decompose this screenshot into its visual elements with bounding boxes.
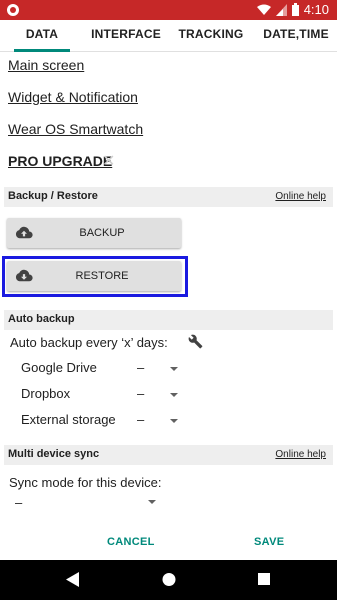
tab-data[interactable]: DATA bbox=[14, 20, 70, 52]
sync-online-help-link[interactable]: Online help bbox=[275, 449, 326, 460]
home-icon[interactable] bbox=[162, 572, 176, 587]
widget-notification-link[interactable]: Widget & Notification bbox=[8, 89, 138, 105]
wear-os-link[interactable]: Wear OS Smartwatch bbox=[8, 121, 143, 137]
auto-backup-every-label: Auto backup every ‘x’ days: bbox=[10, 335, 168, 350]
tab-date-time[interactable]: DATE,TIME bbox=[258, 20, 334, 52]
chevron-down-icon[interactable] bbox=[170, 393, 178, 397]
multi-device-sync-header: Multi device sync Online help bbox=[4, 445, 333, 465]
main-screen-link[interactable]: Main screen bbox=[8, 57, 84, 73]
cell-signal-icon bbox=[275, 3, 287, 16]
external-storage-days-select[interactable]: – bbox=[137, 412, 144, 427]
back-icon[interactable] bbox=[66, 572, 80, 587]
dropbox-days-select[interactable]: – bbox=[137, 386, 144, 401]
section-title: Multi device sync bbox=[8, 448, 100, 460]
google-drive-label: Google Drive bbox=[21, 360, 97, 375]
chevron-down-icon[interactable] bbox=[170, 367, 178, 371]
pro-upgrade-link[interactable]: PRO UPGRADE bbox=[8, 153, 112, 169]
sync-mode-select[interactable]: – bbox=[15, 495, 22, 510]
save-button[interactable]: SAVE bbox=[254, 536, 284, 548]
restore-button-label: RESTORE bbox=[75, 270, 129, 282]
section-title: Backup / Restore bbox=[8, 190, 98, 202]
app-notification-icon bbox=[7, 4, 19, 16]
battery-icon bbox=[291, 3, 299, 16]
chevron-down-icon[interactable] bbox=[148, 500, 156, 504]
tab-bar: DATA INTERFACE TRACKING DATE,TIME bbox=[0, 20, 337, 52]
chevron-down-icon[interactable] bbox=[170, 419, 178, 423]
backup-button[interactable]: BACKUP bbox=[7, 218, 181, 248]
backup-online-help-link[interactable]: Online help bbox=[275, 191, 326, 202]
wrench-icon[interactable] bbox=[188, 334, 203, 349]
tab-interface[interactable]: INTERFACE bbox=[88, 20, 164, 52]
recents-icon[interactable] bbox=[258, 572, 271, 587]
external-storage-label: External storage bbox=[21, 412, 116, 427]
close-icon[interactable]: ✕ bbox=[102, 151, 115, 171]
backup-button-label: BACKUP bbox=[79, 227, 125, 239]
cancel-button[interactable]: CANCEL bbox=[107, 536, 155, 548]
navigation-bar bbox=[0, 560, 337, 600]
status-bar: 4:10 bbox=[0, 0, 337, 20]
restore-button[interactable]: RESTORE bbox=[7, 261, 181, 291]
status-time: 4:10 bbox=[303, 2, 329, 17]
tab-tracking[interactable]: TRACKING bbox=[176, 20, 246, 52]
auto-backup-header: Auto backup bbox=[4, 310, 333, 330]
section-title: Auto backup bbox=[8, 313, 75, 325]
backup-restore-header: Backup / Restore Online help bbox=[4, 187, 333, 207]
sync-mode-label: Sync mode for this device: bbox=[9, 475, 162, 490]
google-drive-days-select[interactable]: – bbox=[137, 360, 144, 375]
wifi-icon bbox=[256, 4, 271, 15]
dropbox-label: Dropbox bbox=[21, 386, 71, 401]
